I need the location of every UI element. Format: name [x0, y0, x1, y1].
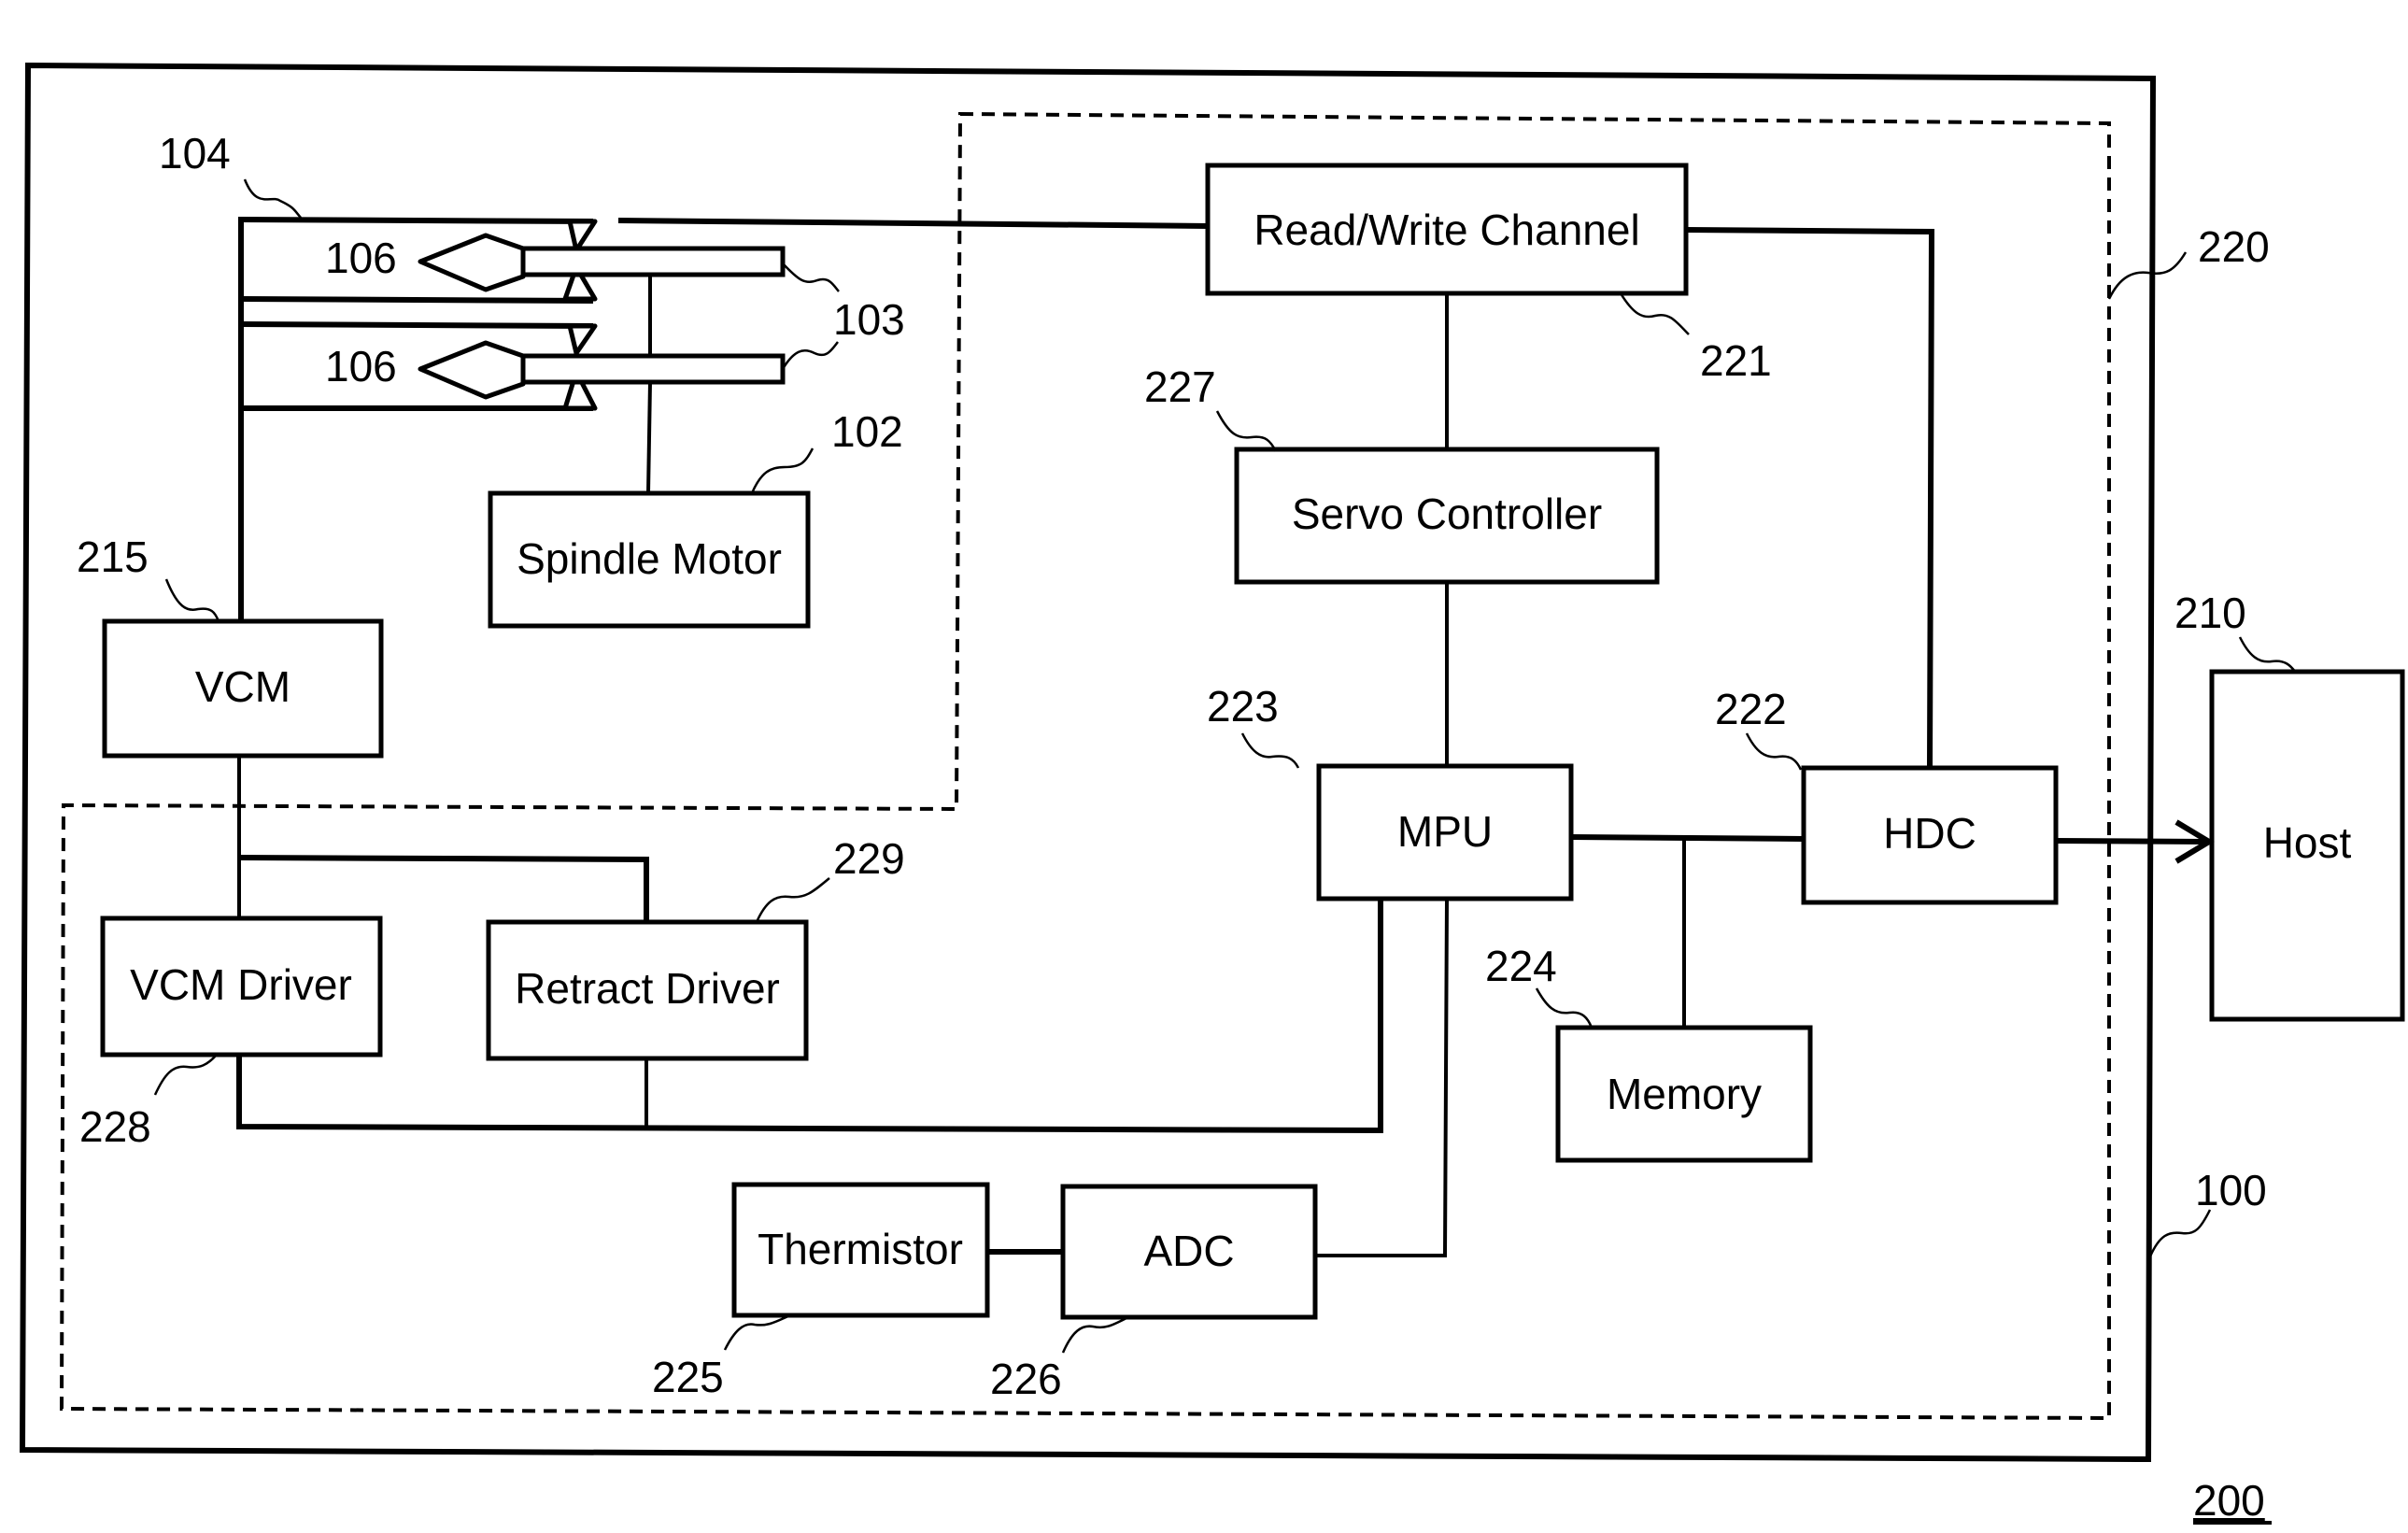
label-hdc: HDC — [1883, 809, 1976, 858]
head-106-upper — [418, 233, 526, 292]
figure-label-200: 200 — [2193, 1476, 2265, 1525]
label-mpu: MPU — [1397, 807, 1493, 856]
ref-228: 228 — [79, 1102, 151, 1151]
ref-220: 220 — [2198, 222, 2270, 271]
label-memory: Memory — [1607, 1070, 1762, 1118]
label-servo-controller: Servo Controller — [1292, 490, 1602, 538]
ref-227: 227 — [1144, 362, 1216, 411]
ref-225: 225 — [652, 1353, 724, 1401]
label-rw-channel: Read/Write Channel — [1254, 206, 1639, 254]
ref-100: 100 — [2195, 1166, 2267, 1214]
ref-215: 215 — [77, 532, 149, 581]
disk-103-lower — [520, 353, 786, 385]
ref-223: 223 — [1207, 682, 1279, 731]
head-106-lower — [418, 340, 526, 400]
ref-106-lower: 106 — [325, 342, 397, 390]
label-thermistor: Thermistor — [758, 1225, 963, 1273]
label-spindle-motor: Spindle Motor — [517, 534, 782, 583]
ref-229: 229 — [833, 834, 905, 883]
label-vcm: VCM — [195, 662, 290, 711]
label-retract-driver: Retract Driver — [515, 964, 780, 1013]
ref-224: 224 — [1485, 942, 1557, 990]
ref-102: 102 — [831, 407, 903, 456]
hdd-block-diagram: Read/Write Channel Servo Controller Spin… — [19, 62, 2405, 1525]
label-adc: ADC — [1143, 1227, 1234, 1275]
label-vcm-driver: VCM Driver — [130, 960, 352, 1009]
disk-103-upper — [520, 246, 786, 277]
ref-226: 226 — [990, 1355, 1062, 1403]
ref-210: 210 — [2174, 589, 2246, 637]
ref-106-upper: 106 — [325, 234, 397, 282]
ref-222: 222 — [1715, 685, 1787, 733]
label-host: Host — [2263, 818, 2352, 867]
ref-104: 104 — [159, 129, 231, 177]
ref-103: 103 — [833, 295, 905, 344]
ref-221: 221 — [1700, 336, 1772, 385]
